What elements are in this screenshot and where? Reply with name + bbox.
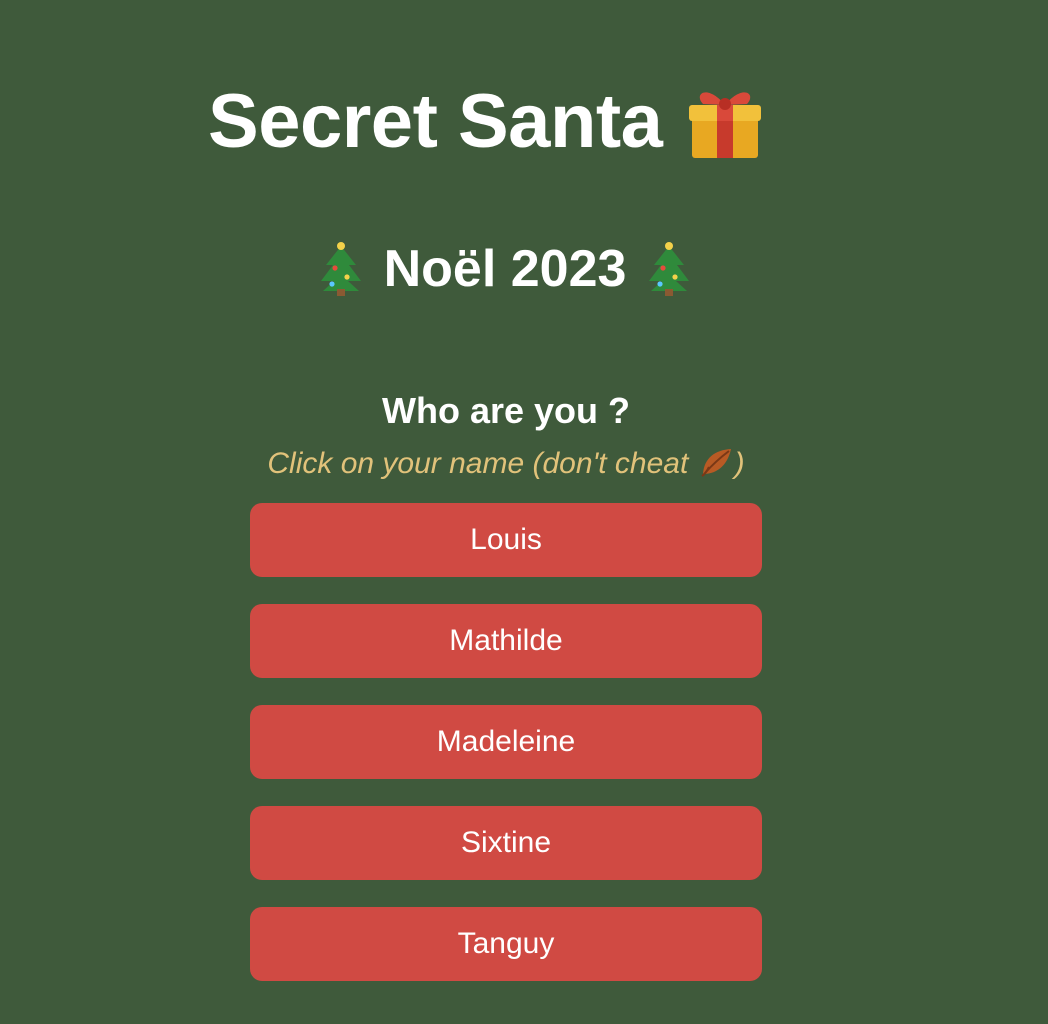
name-button-sixtine[interactable]: Sixtine [250, 806, 762, 880]
instruction-text: Click on your name (don't cheat ) [230, 446, 782, 481]
who-are-you-heading: Who are you ? [381, 390, 630, 431]
fallen-leaf-icon [697, 446, 735, 480]
subtitle-text: Noël 2023 [383, 240, 627, 298]
page-subtitle: Noël 2023 [0, 238, 1010, 300]
instruction-prefix: Click on your name (don't cheat [267, 447, 697, 480]
page-title: Secret Santa [208, 66, 828, 176]
name-list: Louis Mathilde Madeleine Sixtine Tanguy [250, 503, 762, 981]
name-button-mathilde[interactable]: Mathilde [250, 604, 762, 678]
instruction-suffix: ) [734, 447, 745, 480]
name-button-madeleine[interactable]: Madeleine [250, 705, 762, 779]
name-button-louis[interactable]: Louis [250, 503, 762, 577]
christmas-tree-icon [318, 241, 364, 297]
page-title-text: Secret Santa [208, 78, 663, 164]
christmas-tree-icon [646, 241, 692, 297]
gift-icon [684, 80, 766, 162]
name-button-tanguy[interactable]: Tanguy [250, 907, 762, 981]
